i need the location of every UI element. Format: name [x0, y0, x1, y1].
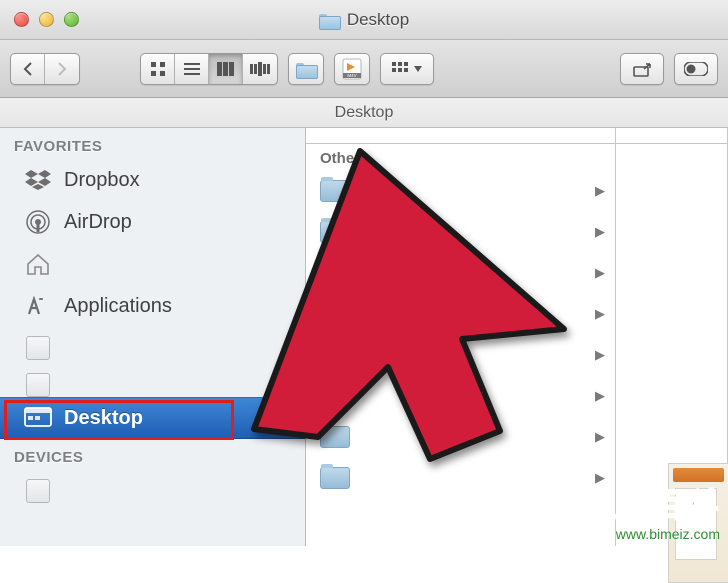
column-header	[616, 128, 727, 144]
coverflow-view-button[interactable]	[243, 54, 277, 84]
sidebar-item-desktop[interactable]: Desktop	[0, 397, 305, 439]
forward-button[interactable]	[45, 54, 79, 84]
column-1[interactable]: Other ▶ ▶ ▶ ▶ ▶ ▶ ▶ ▶	[306, 128, 616, 546]
sidebar: FAVORITES Dropbox AirDrop Applications	[0, 128, 306, 546]
sidebar-section-devices: DEVICES	[0, 439, 305, 470]
drive-icon	[24, 334, 52, 362]
folder-icon	[320, 426, 350, 448]
sidebar-item-label: Applications	[64, 295, 172, 318]
chevron-right-icon: ▶	[595, 429, 605, 445]
applications-icon	[24, 292, 52, 320]
chevron-right-icon: ▶	[595, 306, 605, 322]
toolbar: M4V	[0, 40, 728, 98]
sidebar-item-dropbox[interactable]: Dropbox	[0, 159, 305, 201]
airdrop-icon	[24, 208, 52, 236]
column-view-button[interactable]	[209, 54, 243, 84]
home-icon	[24, 250, 52, 278]
sidebar-item-label: AirDrop	[64, 211, 132, 234]
column-header	[306, 128, 615, 144]
watermark-text: 生活百科	[584, 480, 720, 526]
folder-icon	[320, 467, 350, 489]
drive-icon	[24, 371, 52, 397]
sidebar-section-favorites: FAVORITES	[0, 128, 305, 159]
chevron-right-icon: ▶	[595, 347, 605, 363]
folder-icon	[320, 262, 350, 284]
chevron-right-icon: ▶	[595, 183, 605, 199]
chevron-right-icon: ▶	[595, 224, 605, 240]
list-icon	[184, 62, 200, 76]
sidebar-item-airdrop[interactable]: AirDrop	[0, 201, 305, 243]
m4v-file-icon: M4V	[341, 58, 363, 80]
folder-icon	[320, 221, 350, 243]
title-folder-icon	[319, 12, 339, 28]
folder-row[interactable]: ▶	[306, 457, 615, 498]
back-button[interactable]	[11, 54, 45, 84]
chevron-right-icon: ▶	[595, 388, 605, 404]
columns-icon	[217, 62, 235, 76]
sidebar-item-disk[interactable]	[0, 470, 305, 512]
folder-row[interactable]: ▶	[306, 170, 615, 211]
disk-icon	[24, 477, 52, 505]
chevron-right-icon	[56, 62, 68, 76]
minimize-button[interactable]	[39, 12, 54, 27]
coverflow-icon	[250, 62, 270, 76]
folder-icon	[320, 385, 350, 407]
arrange-button[interactable]	[380, 53, 434, 85]
sidebar-item-label: Desktop	[64, 407, 143, 430]
window-title: Desktop	[347, 10, 409, 30]
list-view-button[interactable]	[175, 54, 209, 84]
svg-text:M4V: M4V	[347, 73, 356, 78]
dropbox-icon	[24, 166, 52, 194]
grid-icon	[150, 61, 166, 77]
path-label: Desktop	[335, 104, 394, 122]
window-titlebar: Desktop	[0, 0, 728, 40]
folder-row[interactable]: ▶	[306, 252, 615, 293]
folder-row[interactable]: ▶	[306, 334, 615, 375]
path-bar: Desktop	[0, 98, 728, 128]
zoom-button[interactable]	[64, 12, 79, 27]
sidebar-item-label: Dropbox	[64, 169, 140, 192]
folder-icon	[320, 180, 350, 202]
sidebar-item-home[interactable]	[0, 243, 305, 285]
folder-row[interactable]: ▶	[306, 416, 615, 457]
sidebar-item-drive-2[interactable]	[0, 369, 305, 397]
chevron-right-icon: ▶	[595, 265, 605, 281]
desktop-icon	[24, 404, 52, 432]
group-label: Other	[306, 144, 615, 170]
icon-view-button[interactable]	[141, 54, 175, 84]
sidebar-item-drive-1[interactable]	[0, 327, 305, 369]
tags-button[interactable]	[674, 53, 718, 85]
share-button[interactable]	[620, 53, 664, 85]
folder-icon	[320, 303, 350, 325]
folder-row[interactable]: ▶	[306, 293, 615, 334]
watermark-url: www.bimeiz.com	[584, 526, 720, 542]
chevron-down-icon	[414, 66, 422, 72]
folder-row[interactable]: ▶	[306, 375, 615, 416]
sidebar-item-applications[interactable]: Applications	[0, 285, 305, 327]
toggle-icon	[684, 62, 708, 76]
chevron-left-icon	[22, 62, 34, 76]
nav-back-forward	[10, 53, 80, 85]
folder-icon	[296, 61, 316, 77]
quicklook-button[interactable]: M4V	[334, 53, 370, 85]
share-icon	[632, 61, 652, 77]
folder-row[interactable]: ▶	[306, 211, 615, 252]
watermark: 生活百科 www.bimeiz.com	[584, 480, 720, 542]
view-switcher	[140, 53, 278, 85]
close-button[interactable]	[14, 12, 29, 27]
path-folder-button[interactable]	[288, 53, 324, 85]
folder-icon	[320, 344, 350, 366]
traffic-lights	[14, 12, 79, 27]
arrange-icon	[392, 62, 410, 76]
